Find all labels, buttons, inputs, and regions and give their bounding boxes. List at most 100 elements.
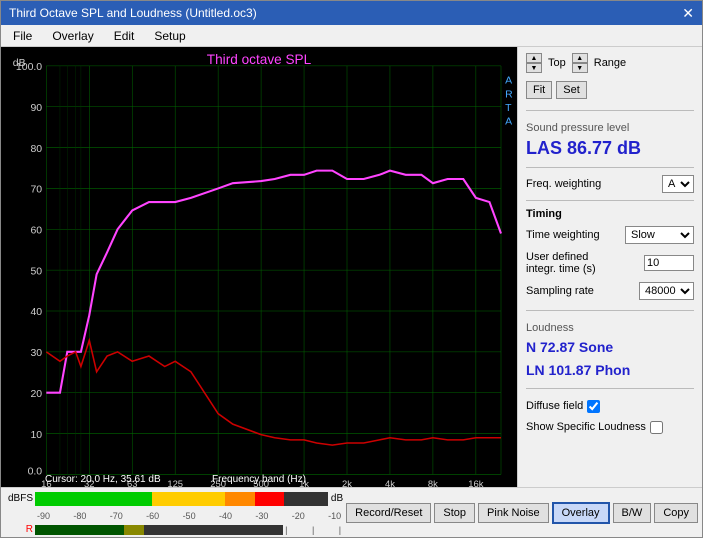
copy-button[interactable]: Copy — [654, 503, 698, 523]
diffuse-field-checkbox[interactable] — [587, 400, 600, 413]
r-seg-4 — [124, 525, 144, 535]
scale-90: -90 — [37, 511, 50, 521]
svg-text:20: 20 — [30, 389, 42, 400]
window-title: Third Octave SPL and Loudness (Untitled.… — [9, 6, 257, 20]
menu-file[interactable]: File — [5, 27, 40, 45]
diffuse-field-row: Diffuse field — [526, 400, 694, 413]
sampling-rate-label: Sampling rate — [526, 285, 594, 297]
stop-button[interactable]: Stop — [434, 503, 475, 523]
meter-seg-empty — [284, 492, 328, 506]
sampling-rate-select[interactable]: 44100 48000 96000 — [639, 282, 694, 300]
meter-bar-top — [35, 492, 328, 506]
r-seg-empty — [144, 525, 283, 535]
overlay-button[interactable]: Overlay — [552, 502, 610, 524]
svg-text:dB: dB — [13, 58, 26, 69]
menu-edit[interactable]: Edit — [106, 27, 143, 45]
svg-text:2k: 2k — [342, 478, 352, 487]
meter-db-right: dB — [331, 493, 343, 504]
svg-text:A: A — [505, 76, 512, 87]
top-spinner[interactable]: ▲ ▼ — [526, 53, 542, 73]
scale-60: -60 — [146, 511, 159, 521]
time-weighting-select[interactable]: Fast Slow Impulse User def. — [625, 226, 694, 244]
show-specific-checkbox[interactable] — [650, 421, 663, 434]
scale-80: -80 — [73, 511, 86, 521]
x-axis-label: Frequency band (Hz) — [212, 474, 306, 485]
svg-text:90: 90 — [30, 103, 42, 114]
svg-text:125: 125 — [167, 478, 183, 487]
svg-text:40: 40 — [30, 307, 42, 318]
range-down-btn[interactable]: ▼ — [572, 63, 588, 73]
svg-text:70: 70 — [30, 185, 42, 196]
r-seg-2 — [65, 525, 95, 535]
meter-seg-8 — [255, 492, 284, 506]
freq-weighting-label: Freq. weighting — [526, 178, 601, 190]
range-up-btn[interactable]: ▲ — [572, 53, 588, 63]
menu-setup[interactable]: Setup — [146, 27, 193, 45]
show-specific-row: Show Specific Loudness — [526, 421, 694, 434]
user-integr-label: User defined integr. time (s) — [526, 251, 616, 275]
spl-section-label: Sound pressure level — [526, 122, 694, 134]
chart-svg: 100.0 90 80 70 60 50 40 30 20 10 0.0 dB … — [1, 47, 517, 487]
top-down-btn[interactable]: ▼ — [526, 63, 542, 73]
r-seg-3 — [95, 525, 125, 535]
freq-weighting-select[interactable]: A B C D Z — [662, 175, 694, 193]
svg-text:A: A — [505, 117, 512, 128]
loudness-value-line2: LN 101.87 Phon — [526, 361, 694, 381]
meter-r-row: R | | | — [5, 523, 343, 537]
r-60: | — [312, 525, 314, 535]
range-spinner[interactable]: ▲ ▼ — [572, 53, 588, 73]
r-label: R — [5, 524, 35, 535]
menu-bar: File Overlay Edit Setup — [1, 25, 702, 47]
meter-seg-7 — [225, 492, 254, 506]
svg-text:Third octave SPL: Third octave SPL — [207, 52, 312, 67]
svg-text:30: 30 — [30, 348, 42, 359]
meter-seg-5 — [152, 492, 196, 506]
r-40: | — [339, 525, 341, 535]
sampling-rate-row: Sampling rate 44100 48000 96000 — [526, 282, 694, 300]
dbfs-label: dBFS — [5, 493, 35, 504]
bottom-bar: dBFS dB — [1, 487, 702, 537]
svg-text:T: T — [505, 103, 512, 114]
chart-container: 100.0 90 80 70 60 50 40 30 20 10 0.0 dB … — [1, 47, 517, 487]
freq-weighting-row: Freq. weighting A B C D Z — [526, 175, 694, 193]
range-label: Range — [594, 57, 626, 69]
svg-text:4k: 4k — [385, 478, 395, 487]
record-reset-button[interactable]: Record/Reset — [346, 503, 431, 523]
menu-overlay[interactable]: Overlay — [44, 27, 101, 45]
level-meter-area: dBFS dB — [5, 489, 343, 537]
set-button[interactable]: Set — [556, 81, 587, 99]
meter-scale: -90 -80 -70 -60 -50 -40 -30 -20 -10 — [35, 511, 343, 521]
svg-text:80: 80 — [30, 144, 42, 155]
meter-seg-4 — [123, 492, 152, 506]
svg-text:16k: 16k — [468, 478, 483, 487]
time-weighting-row: Time weighting Fast Slow Impulse User de… — [526, 226, 694, 244]
main-content: 100.0 90 80 70 60 50 40 30 20 10 0.0 dB … — [1, 47, 702, 487]
top-up-btn[interactable]: ▲ — [526, 53, 542, 63]
r-scale: | | | — [283, 525, 343, 535]
bw-button[interactable]: B/W — [613, 503, 652, 523]
svg-text:8k: 8k — [428, 478, 438, 487]
close-button[interactable]: ✕ — [682, 6, 694, 20]
user-integr-input[interactable]: 10 — [644, 255, 694, 271]
pink-noise-button[interactable]: Pink Noise — [478, 503, 549, 523]
meter-seg-3 — [94, 492, 123, 506]
scale-10: -10 — [328, 511, 341, 521]
loudness-value-line1: N 72.87 Sone — [526, 338, 694, 358]
time-weighting-label: Time weighting — [526, 229, 600, 241]
spl-value: LAS 86.77 dB — [526, 138, 694, 160]
svg-text:60: 60 — [30, 225, 42, 236]
scale-50: -50 — [183, 511, 196, 521]
title-bar: Third Octave SPL and Loudness (Untitled.… — [1, 1, 702, 25]
right-panel: ▲ ▼ Top ▲ ▼ Range Fit Set Sound pressure… — [517, 47, 702, 487]
meter-scale-row: -90 -80 -70 -60 -50 -40 -30 -20 -10 — [5, 509, 343, 523]
show-specific-label: Show Specific Loudness — [526, 421, 646, 433]
chart-area: 100.0 90 80 70 60 50 40 30 20 10 0.0 dB … — [1, 47, 517, 487]
top-range-controls: ▲ ▼ Top ▲ ▼ Range — [526, 53, 694, 73]
svg-text:10: 10 — [30, 430, 42, 441]
svg-text:50: 50 — [30, 266, 42, 277]
scale-20: -20 — [292, 511, 305, 521]
meter-seg-2 — [64, 492, 93, 506]
fit-button[interactable]: Fit — [526, 81, 552, 99]
scale-70: -70 — [110, 511, 123, 521]
meter-top-row: dBFS dB — [5, 489, 343, 509]
